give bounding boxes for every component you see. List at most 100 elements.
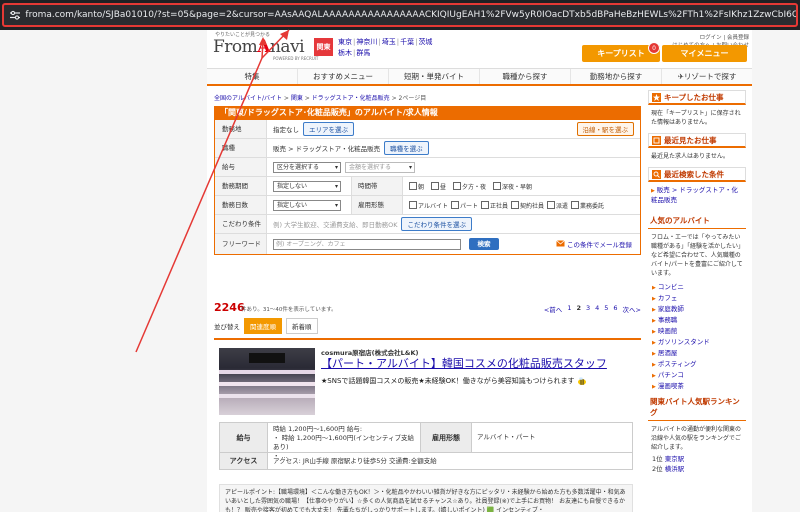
access-header: アクセス [220,453,268,469]
pref-link[interactable]: 茨城 [418,38,432,46]
period-label: 勤務期間 [215,177,267,195]
pay-type-select[interactable]: 区分を選択する [273,161,341,173]
pay-label: 給与 [215,158,267,176]
select-area-button[interactable]: エリアを選ぶ [303,122,354,136]
popular-item[interactable]: 家庭教師 [652,304,746,315]
mail-icon [556,239,565,249]
nav-by-job[interactable]: 職種から探す [480,69,571,84]
search-icon [652,169,661,179]
keep-box-header: キープしたお仕事 [648,90,746,105]
job-details-table: 給与 時給 1,200円〜1,600円 給与: ・ 時給 1,200円〜1,60… [219,422,633,470]
employ-label: 雇用形態 [351,196,403,214]
area-value: 指定なし [273,126,299,134]
nav-resort[interactable]: ✈リゾートで探す [662,69,752,84]
breadcrumb-item[interactable]: 全国のアルバイト/バイト [214,95,282,102]
sort-bar: 並び替え 関連度順 新着順 [214,318,641,334]
select-job-button[interactable]: 職種を選ぶ [384,141,429,155]
days-select[interactable]: 指定しない [273,199,341,211]
employ-checkbox[interactable]: 正社員 [481,201,508,210]
employ-checkbox[interactable]: 契約社員 [511,201,544,210]
nav-by-location[interactable]: 勤務地から探す [571,69,662,84]
site-settings-icon[interactable] [7,7,22,23]
search-row-job: 職種 販売 > ドラッグストア・化粧品販売 職種を選ぶ [215,139,640,158]
search-button[interactable]: 検索 [469,238,499,250]
employ-header: 雇用形態 [420,423,472,452]
select-line-button[interactable]: 沿線・駅を選ぶ [576,122,634,136]
popular-item[interactable]: ポスティング [652,359,746,370]
ranking-title: 関東バイト人気駅ランキング [648,392,746,421]
time-checkbox[interactable]: 夕方・夜 [453,182,486,191]
days-label: 勤務日数 [215,196,267,214]
search-row-period: 勤務期間 指定しない 時間帯 朝 昼 夕方・夜 深夜・早朝 [215,177,640,196]
prefecture-links: 東京|神奈川|埼玉|千葉|茨城 栃木|群馬 [338,37,458,59]
page-link[interactable]: 6 [613,304,617,314]
popular-item[interactable]: カフェ [652,293,746,304]
keeplist-count-badge: 0 [648,42,660,54]
sort-relevance-button[interactable]: 関連度順 [244,318,282,334]
mail-register-link[interactable]: この条件でメール登録 [556,239,632,249]
employ-checkbox[interactable]: パート [451,201,478,210]
access-value: アクセス: JR山手線 原宿駅より徒歩5分 交通費:全額支給 [273,456,437,465]
page-link[interactable]: 4 [595,304,599,314]
job-row-access: アクセス アクセス: JR山手線 原宿駅より徒歩5分 交通費:全額支給 [220,453,632,469]
job-value: 販売 > ドラッグストア・化粧品販売 [273,145,381,153]
address-bar[interactable]: froma.com/kanto/SJBa01010/?st=05&page=2&… [2,3,798,27]
breadcrumb-current: 2ページ目 [398,95,427,102]
time-checkbox[interactable]: 深夜・早朝 [493,182,532,191]
time-checkbox[interactable]: 昼 [431,182,446,191]
employ-checkbox[interactable]: アルバイト [409,201,448,210]
employ-checkbox[interactable]: 派遣 [547,201,568,210]
next-page-link[interactable]: 次へ> [623,304,641,314]
ranking-station-link[interactable]: 横浜駅 [665,465,685,473]
job-title-link[interactable]: 【パート・アルバイト】韓国コスメの化粧品販売スタッフ [321,355,607,371]
page-link[interactable]: 5 [604,304,608,314]
area-label: 勤務地 [215,120,267,138]
appeal-points: アピールポイント:【職場環境】＜こんな働き方もOK！＞・化粧品やかわいい雑貨が好… [219,484,633,512]
mymenu-button[interactable]: マイメニュー [662,45,747,62]
thumb-sign [249,353,285,363]
select-conditions-button[interactable]: こだわり条件を選ぶ [401,217,472,231]
pref-link[interactable]: 東京 [338,38,352,46]
pay-header: 給与 [220,423,268,452]
sort-newest-button[interactable]: 新着順 [286,318,318,334]
page-link[interactable]: 3 [586,304,590,314]
results-summary: 2246 件あり。31〜40件を表示しています。 <前へ 1 2 3 4 5 6… [214,301,641,315]
nav-feature[interactable]: 特集 [207,69,298,84]
employ-value: アルバイト・パート [477,433,536,441]
util-line-1[interactable]: ログイン | 会員登録 [615,33,749,41]
employ-checkbox[interactable]: 業務委託 [571,201,604,210]
pref-link[interactable]: 栃木 [338,49,352,57]
popular-item[interactable]: 居酒屋 [652,348,746,359]
time-checkbox[interactable]: 朝 [409,182,424,191]
breadcrumb-item[interactable]: ドラッグストア・化粧品販売 [312,95,390,102]
popular-item[interactable]: ガソリンスタンド [652,337,746,348]
searched-condition-link[interactable]: 販売 > ドラッグストア・化粧品販売 [651,186,738,204]
popular-item[interactable]: 事務職 [652,315,746,326]
page-viewport: やりたいことが見つかる FromAnavi POWERED BY RECRUIT… [0,30,800,512]
period-select[interactable]: 指定しない [273,180,341,192]
popular-item[interactable]: 映画館 [652,326,746,337]
freeword-input[interactable]: 例) オープニング、カフェ [273,238,461,250]
url-text[interactable]: froma.com/kanto/SJBa01010/?st=05&page=2&… [25,10,796,20]
search-row-pay: 給与 区分を選択する 金額を選択する [215,158,640,177]
pref-link[interactable]: 埼玉 [382,38,396,46]
pref-link[interactable]: 千葉 [400,38,414,46]
breadcrumb-item[interactable]: 関東 [291,95,303,102]
search-row-area: 勤務地 指定なし エリアを選ぶ 沿線・駅を選ぶ [215,120,640,139]
ranking-station-link[interactable]: 東京駅 [665,455,685,463]
breadcrumb: 全国のアルバイト/バイト > 関東 > ドラッグストア・化粧品販売 > 2ページ… [214,95,427,102]
popular-item[interactable]: パチンコ [652,370,746,381]
site-logo[interactable]: FromAnavi [213,37,305,57]
sidebar: キープしたお仕事 現在「キープリスト」に保存された情報はありません。 最近見たお… [648,90,746,474]
pay-line: 時給 1,200円〜1,600円 給与: [273,425,363,433]
nav-short-term[interactable]: 短期・単発バイト [389,69,480,84]
prev-page-link[interactable]: <前へ [544,304,562,314]
page-link[interactable]: 1 [567,304,571,314]
pref-link[interactable]: 神奈川 [356,38,377,46]
pref-link[interactable]: 群馬 [356,49,370,57]
popular-item[interactable]: コンビニ [652,282,746,293]
popular-item[interactable]: 漫画喫茶 [652,381,746,392]
job-thumbnail[interactable] [219,348,315,415]
pay-amount-select[interactable]: 金額を選択する [345,161,415,173]
nav-recommended[interactable]: おすすめメニュー [298,69,389,84]
